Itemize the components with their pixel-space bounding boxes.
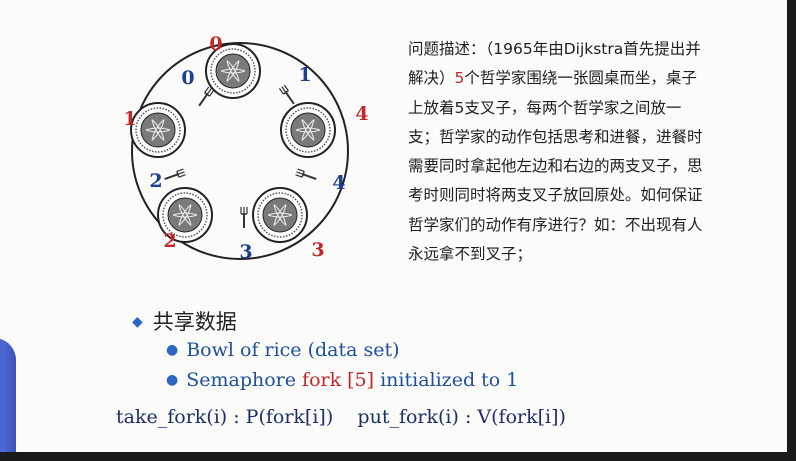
problem-description: 问题描述：（1965年由Dijkstra首先提出并解决）5个哲学家围绕一张圆桌而…	[408, 35, 708, 269]
bullet-bowl-text: Bowl of rice (data set)	[186, 339, 400, 361]
fork-icon	[240, 207, 248, 228]
description-highlight: 5	[454, 69, 465, 88]
circle-bullet-icon: ●	[166, 342, 179, 358]
bullet-semaphore-post: initialized to 1	[374, 369, 519, 391]
philosopher-label: 4	[355, 103, 368, 125]
bullet-semaphore: ● Semaphore fork [5] initialized to 1	[166, 369, 518, 391]
take-fork-op: take_fork(i) : P(fork[i])	[116, 406, 334, 428]
video-frame-edge	[0, 452, 796, 461]
fork-icon	[164, 168, 186, 181]
fork-icon	[278, 84, 295, 105]
philosopher-label: 3	[311, 239, 324, 261]
philosopher-label: 0	[209, 33, 222, 55]
fork-label: 2	[149, 170, 162, 192]
description-suffix: 个哲学家围绕一张圆桌而坐，桌子上放着5支叉子，每两个哲学家之间放一支；哲学家的动…	[408, 69, 703, 264]
slide: 0 1 2 3 4 0 1 2 3 4 问题描述：（1965年由Dijkstra首先提出并解决）5…	[0, 0, 787, 452]
video-frame-edge	[787, 0, 796, 461]
fork-icon	[198, 86, 215, 107]
bullet-bowl-of-rice: ● Bowl of rice (data set)	[166, 339, 400, 361]
put-fork-op: put_fork(i) : V(fork[i])	[357, 406, 566, 428]
shared-data-title: ◆ 共享数据	[132, 306, 237, 336]
philosopher-label: 2	[163, 230, 176, 252]
fork-operations: take_fork(i) : P(fork[i]) put_fork(i) : …	[116, 406, 566, 428]
bullet-semaphore-fork: fork [5]	[302, 369, 375, 391]
bullet-semaphore-pre: Semaphore	[186, 369, 303, 391]
fork-label: 0	[181, 67, 194, 89]
dining-philosophers-diagram: 0 1 2 3 4 0 1 2 3 4	[123, 33, 368, 263]
diamond-bullet-icon: ◆	[132, 314, 143, 330]
philosopher-label: 1	[123, 108, 136, 130]
circle-bullet-icon: ●	[166, 372, 179, 388]
presenter-shoulder	[0, 338, 16, 452]
shared-data-title-text: 共享数据	[152, 310, 237, 334]
fork-label: 1	[298, 64, 311, 86]
fork-icon	[295, 168, 317, 181]
fork-label: 4	[332, 172, 345, 194]
fork-label: 3	[239, 241, 252, 263]
